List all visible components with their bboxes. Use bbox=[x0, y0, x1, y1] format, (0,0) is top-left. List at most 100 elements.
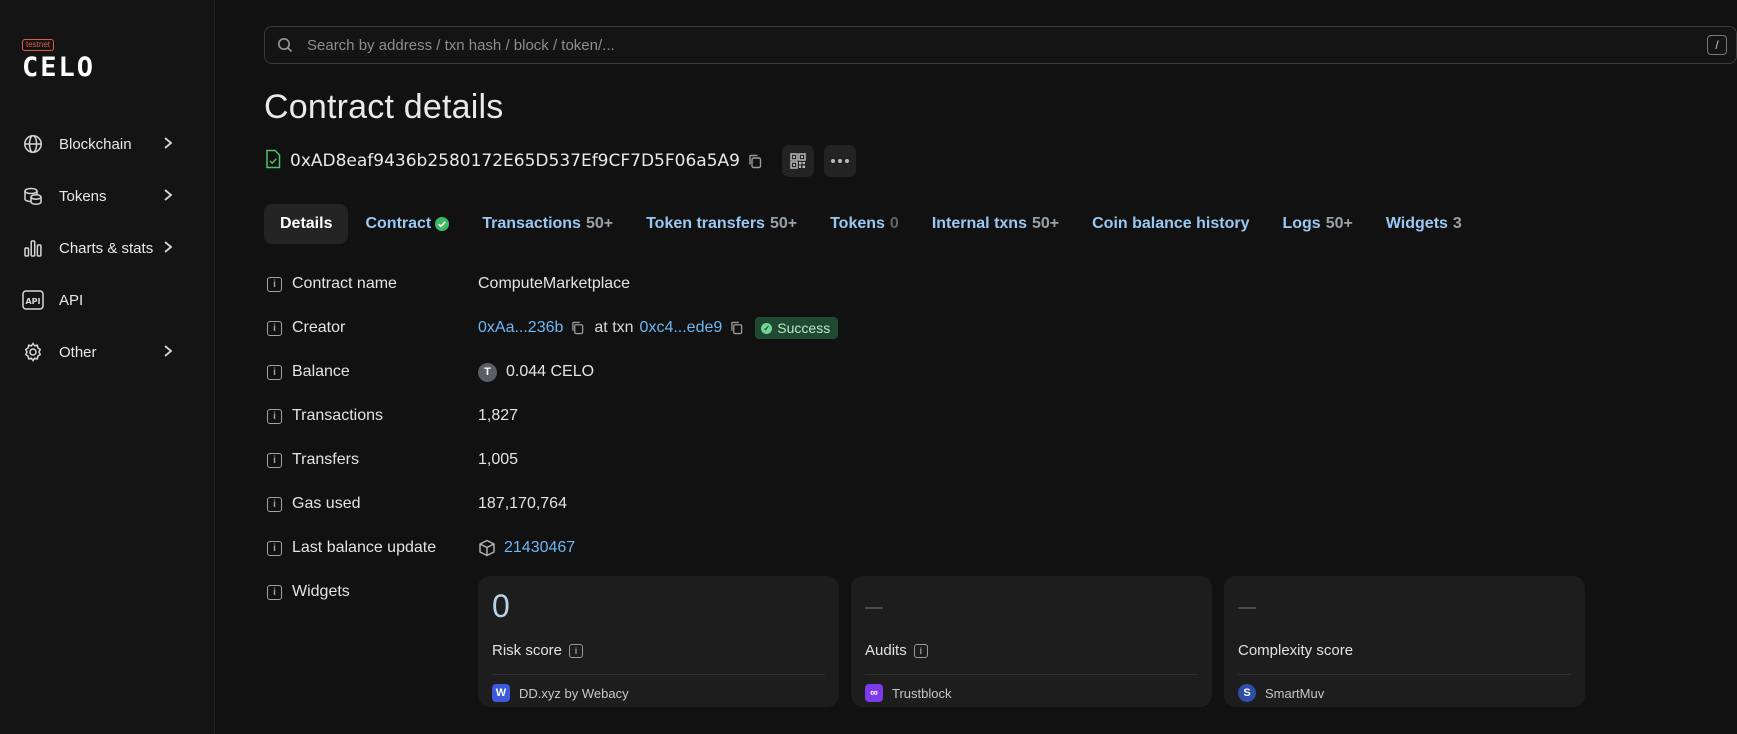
info-icon[interactable]: i bbox=[267, 540, 282, 556]
transfers-count-link[interactable]: 1,005 bbox=[478, 451, 518, 469]
chevron-right-icon bbox=[163, 188, 173, 207]
status-text: Success bbox=[777, 320, 831, 336]
sidebar-item-other[interactable]: Other bbox=[0, 326, 215, 378]
widget-card-risk-score[interactable]: 0 Risk score i W DD.xyz by Webacy bbox=[478, 576, 839, 707]
info-icon[interactable]: i bbox=[267, 320, 282, 336]
check-circle-icon: ✓ bbox=[761, 322, 773, 334]
sidebar-item-api[interactable]: API API bbox=[0, 274, 215, 326]
detail-row-transfers: i Transfers 1,005 bbox=[264, 438, 1464, 482]
sidebar-item-label: Tokens bbox=[59, 187, 107, 205]
detail-label: Contract name bbox=[292, 275, 397, 292]
token-placeholder-icon: T bbox=[478, 362, 497, 382]
tab-widgets[interactable]: Widgets 3 bbox=[1370, 204, 1478, 244]
widget-provider[interactable]: ∞ Trustblock bbox=[865, 684, 951, 702]
detail-row-gas-used: i Gas used 187,170,764 bbox=[264, 482, 1464, 526]
sidebar-item-blockchain[interactable]: Blockchain bbox=[0, 118, 215, 170]
detail-label: Transactions bbox=[292, 407, 383, 424]
tab-label: Contract bbox=[365, 215, 432, 232]
widget-card-complexity-score[interactable]: Complexity score S SmartMuv bbox=[1224, 576, 1585, 707]
info-icon[interactable]: i bbox=[913, 643, 928, 658]
detail-row-transactions: i Transactions 1,827 bbox=[264, 394, 1464, 438]
tab-label: Tokens bbox=[830, 215, 885, 232]
tab-token-transfers[interactable]: Token transfers 50+ bbox=[630, 204, 813, 244]
empty-value-dash bbox=[1238, 607, 1256, 609]
qr-code-button[interactable] bbox=[781, 145, 814, 177]
balance-amount: 0.044 CELO bbox=[506, 363, 595, 380]
block-link[interactable]: 21430467 bbox=[504, 539, 575, 557]
contract-file-icon bbox=[264, 149, 282, 174]
status-badge: ✓ Success bbox=[755, 317, 839, 339]
widget-card-audits[interactable]: Audits i ∞ Trustblock bbox=[851, 576, 1212, 707]
info-icon[interactable]: i bbox=[569, 643, 584, 658]
info-icon[interactable]: i bbox=[267, 496, 282, 512]
tab-label: Transactions bbox=[482, 215, 581, 232]
contract-address: 0xAD8eaf9436b2580172E65D537Ef9CF7D5F06a5… bbox=[290, 151, 740, 171]
widget-label: Complexity score bbox=[1238, 642, 1353, 659]
widget-provider[interactable]: S SmartMuv bbox=[1238, 684, 1324, 702]
creator-value: 0xAa...236b at txn 0xc4...ede9 ✓ Success bbox=[478, 317, 839, 339]
widget-label-text: Risk score bbox=[492, 642, 563, 659]
divider bbox=[865, 674, 1198, 675]
last-balance-update-value: 21430467 bbox=[478, 539, 575, 557]
divider bbox=[492, 674, 825, 675]
tab-count: 50+ bbox=[585, 215, 614, 232]
sidebar-item-tokens[interactable]: Tokens bbox=[0, 170, 215, 222]
smartmuv-logo-icon: S bbox=[1238, 684, 1256, 702]
tab-contract[interactable]: Contract bbox=[349, 204, 465, 244]
block-cube-icon bbox=[478, 539, 496, 557]
gas-used-value: 187,170,764 bbox=[478, 495, 567, 512]
more-options-button[interactable] bbox=[823, 145, 856, 177]
tab-internal-txns[interactable]: Internal txns 50+ bbox=[916, 204, 1075, 244]
sidebar-item-label: Blockchain bbox=[59, 135, 132, 153]
info-icon[interactable]: i bbox=[267, 276, 282, 292]
trustblock-logo-icon: ∞ bbox=[865, 684, 883, 702]
tab-count: 50+ bbox=[1031, 215, 1060, 232]
creator-address-link[interactable]: 0xAa...236b bbox=[478, 319, 563, 337]
search-input[interactable] bbox=[307, 36, 1707, 54]
search-icon bbox=[277, 37, 293, 53]
tab-count: 3 bbox=[1452, 215, 1462, 232]
widget-value: 0 bbox=[492, 588, 510, 624]
tab-label: Widgets bbox=[1385, 215, 1448, 232]
sidebar-item-charts-stats[interactable]: Charts & stats bbox=[0, 222, 215, 274]
celo-logo[interactable]: testnet CELO bbox=[22, 34, 96, 83]
widget-label-text: Complexity score bbox=[1238, 642, 1354, 659]
tab-label: Logs bbox=[1282, 215, 1321, 232]
copy-icon[interactable] bbox=[730, 321, 743, 335]
widget-label: Audits i bbox=[865, 642, 928, 659]
qr-code-icon bbox=[790, 153, 806, 169]
tab-coin-balance-history[interactable]: Coin balance history bbox=[1076, 204, 1265, 244]
info-icon[interactable]: i bbox=[267, 364, 282, 380]
detail-row-contract-name: i Contract name ComputeMarketplace bbox=[264, 262, 1464, 306]
detail-label: Last balance update bbox=[292, 539, 437, 556]
svg-text:API: API bbox=[25, 297, 40, 306]
creation-txn-link[interactable]: 0xc4...ede9 bbox=[640, 319, 723, 337]
widgets-grid: 0 Risk score i W DD.xyz by Webacy Audits i … bbox=[478, 576, 1585, 707]
sidebar-item-label: Charts & stats bbox=[59, 239, 154, 257]
info-icon[interactable]: i bbox=[267, 408, 282, 424]
logo-wordmark: CELO bbox=[22, 52, 96, 83]
contract-name-value: ComputeMarketplace bbox=[478, 275, 631, 292]
tab-logs[interactable]: Logs 50+ bbox=[1266, 204, 1368, 244]
widget-provider[interactable]: W DD.xyz by Webacy bbox=[492, 684, 629, 702]
address-header: 0xAD8eaf9436b2580172E65D537Ef9CF7D5F06a5… bbox=[264, 144, 856, 178]
search-bar[interactable]: / bbox=[264, 26, 1737, 64]
sidebar-item-label: API bbox=[59, 291, 84, 309]
tab-tokens[interactable]: Tokens 0 bbox=[814, 204, 915, 244]
tab-label: Internal txns bbox=[931, 215, 1027, 232]
transactions-count-link[interactable]: 1,827 bbox=[478, 407, 518, 425]
tab-label: Coin balance history bbox=[1092, 215, 1250, 232]
info-icon[interactable]: i bbox=[267, 584, 282, 600]
tab-details[interactable]: Details bbox=[264, 204, 349, 244]
info-icon[interactable]: i bbox=[267, 452, 282, 468]
copy-icon[interactable] bbox=[571, 321, 584, 335]
detail-label: Gas used bbox=[292, 495, 361, 512]
tab-label: Details bbox=[280, 215, 333, 232]
copy-icon[interactable] bbox=[748, 154, 762, 169]
detail-label: Widgets bbox=[292, 583, 350, 600]
coins-icon bbox=[22, 185, 44, 207]
globe-icon bbox=[22, 133, 44, 155]
balance-value: T 0.044 CELO bbox=[478, 362, 595, 382]
detail-row-last-balance-update: i Last balance update 21430467 bbox=[264, 526, 1464, 570]
tab-transactions[interactable]: Transactions 50+ bbox=[466, 204, 629, 244]
